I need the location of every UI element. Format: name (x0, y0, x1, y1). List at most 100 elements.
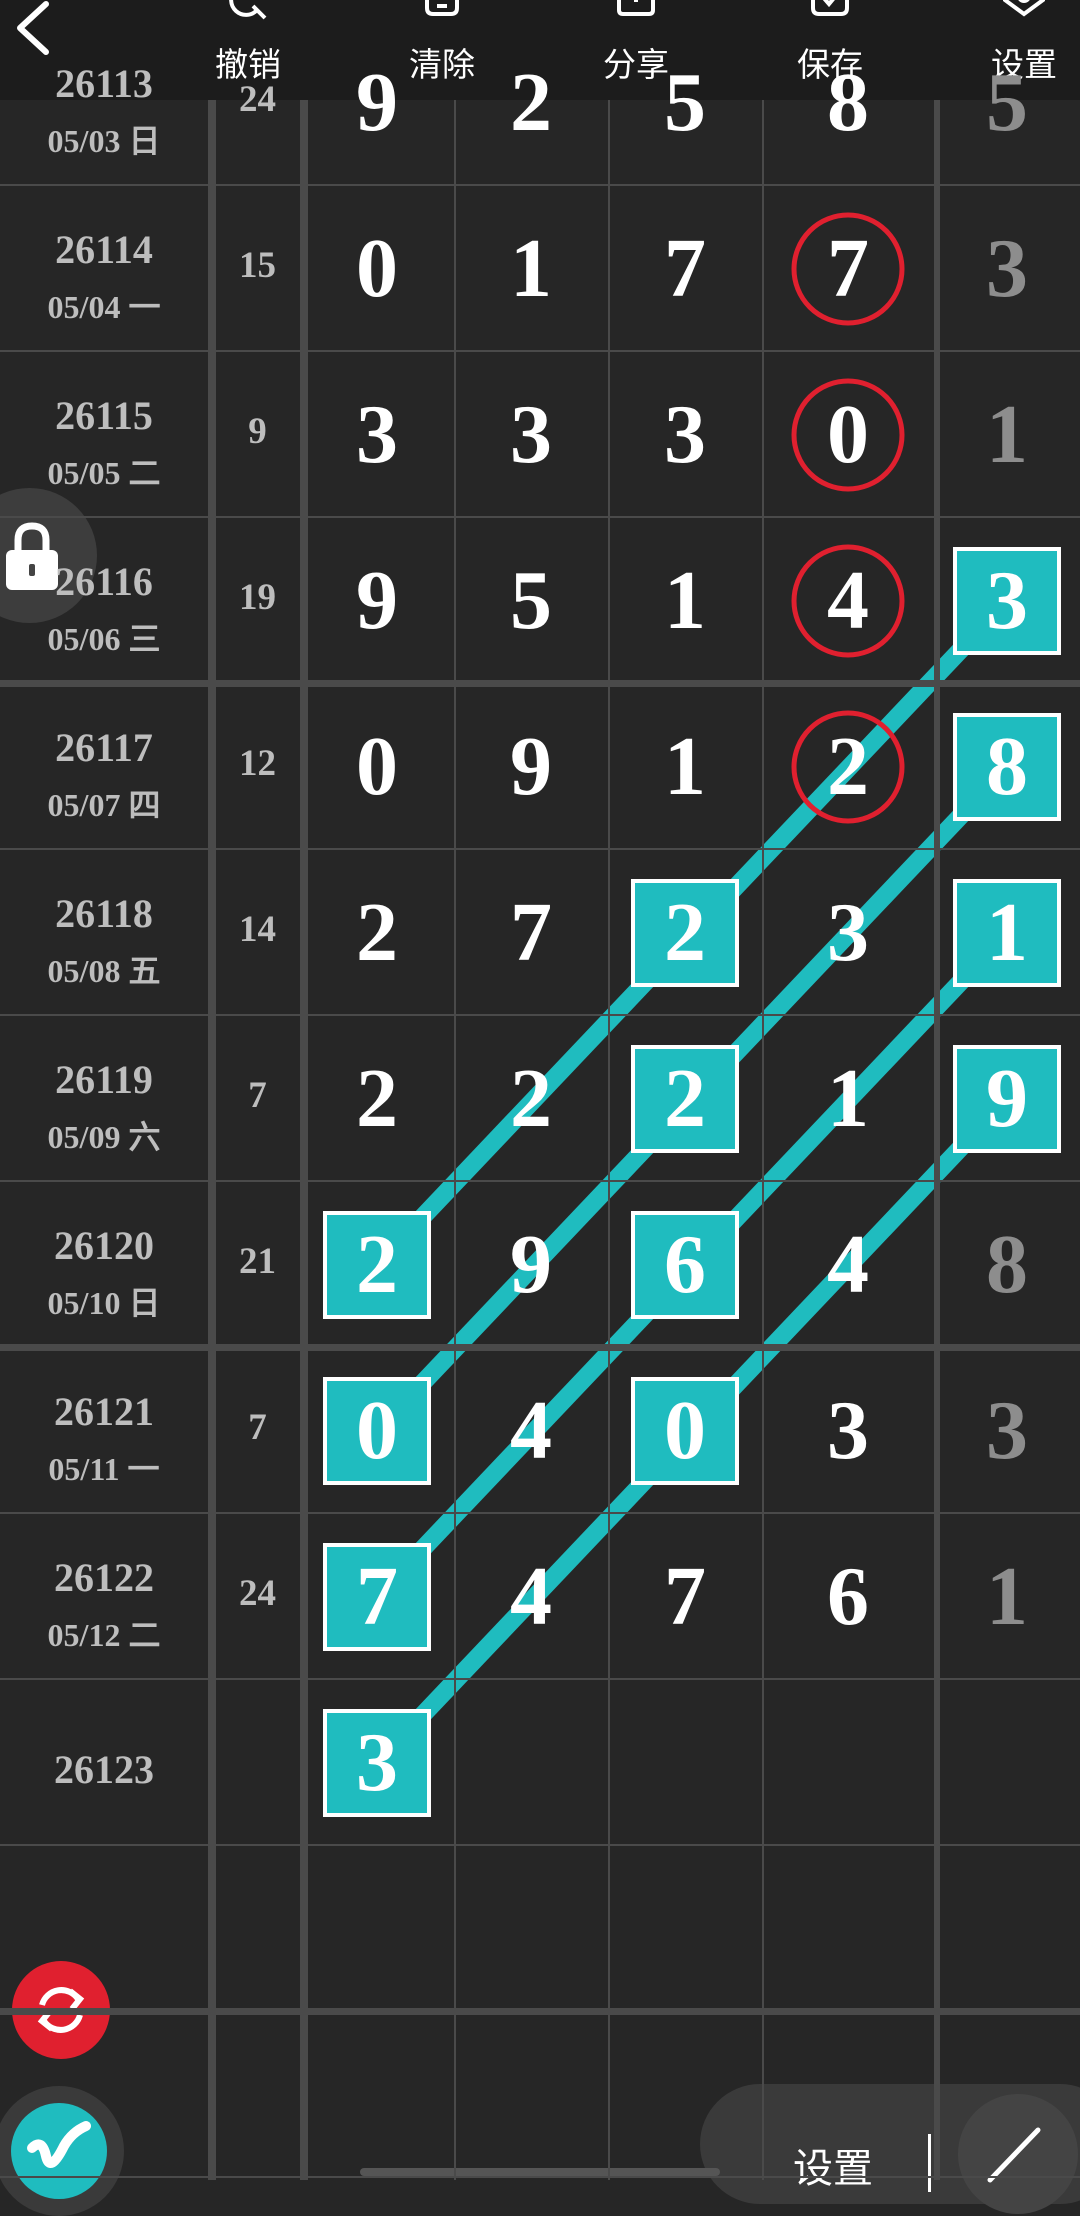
digit-cell[interactable]: 3 (762, 1348, 934, 1514)
digit-cell[interactable]: 3 (300, 1680, 454, 1846)
digit-cell[interactable]: 9 (454, 684, 608, 850)
digit-cell[interactable]: 7 (300, 1514, 454, 1680)
digit-cell[interactable]: 4 (762, 1182, 934, 1348)
digit-cell[interactable]: 5 (608, 20, 762, 186)
digit-cell[interactable] (762, 1680, 934, 1846)
issue-date: 05/07 四 (47, 787, 161, 823)
digit-cell[interactable]: 7 (608, 186, 762, 352)
row-label: 26122 05/12 二 (0, 1514, 208, 1680)
digit-cell[interactable]: 6 (608, 1182, 762, 1348)
row-label: 26116 05/06 三 (0, 518, 208, 684)
row-label: 26120 05/10 日 (0, 1182, 208, 1348)
trend-grid[interactable]: 26113 05/03 日 24 9 2 5 8 5 26114 05/04 一 15 0 1 7 7 3 26… (0, 56, 1080, 2180)
digit-cell[interactable]: 0 (608, 1348, 762, 1514)
issue-number: 26115 (55, 393, 153, 438)
extra-digit-cell[interactable]: 5 (934, 20, 1080, 186)
undo-icon (229, 0, 267, 20)
digit-cell[interactable]: 0 (300, 684, 454, 850)
digit-sum: 7 (248, 1407, 267, 1448)
grid-hline-12 (0, 2176, 1080, 2178)
digit-cell[interactable]: 6 (762, 1514, 934, 1680)
extra-digit-cell[interactable] (934, 1680, 1080, 1846)
issue-number: 26123 (54, 1747, 154, 1792)
digit-cell[interactable]: 3 (454, 352, 608, 518)
issue-date: 05/09 六 (47, 1119, 161, 1155)
digit-sum: 7 (248, 1075, 267, 1116)
digit-sum: 15 (239, 245, 276, 286)
row-label: 26123 (0, 1680, 208, 1846)
digit-cell[interactable]: 2 (454, 20, 608, 186)
digit-cell[interactable]: 8 (762, 20, 934, 186)
digit-cell[interactable] (454, 1680, 608, 1846)
issue-number: 26113 (55, 61, 153, 106)
issue-date: 05/03 日 (47, 123, 161, 159)
issue-number: 26118 (55, 891, 153, 936)
digit-cell[interactable]: 2 (608, 1016, 762, 1182)
digit-cell[interactable]: 9 (300, 518, 454, 684)
digit-cell[interactable]: 2 (762, 684, 934, 850)
digit-sum: 21 (239, 1241, 276, 1282)
digit-cell[interactable]: 2 (300, 850, 454, 1016)
digit-cell[interactable]: 9 (300, 20, 454, 186)
digit-cell[interactable]: 7 (762, 186, 934, 352)
digit-cell[interactable]: 2 (454, 1016, 608, 1182)
digit-cell[interactable]: 4 (454, 1348, 608, 1514)
extra-digit-cell[interactable]: 1 (934, 1514, 1080, 1680)
row-label: 26114 05/04 一 (0, 186, 208, 352)
issue-date: 05/11 一 (48, 1451, 160, 1487)
digit-cell[interactable]: 7 (454, 850, 608, 1016)
digit-cell[interactable]: 4 (454, 1514, 608, 1680)
row-label: 26117 05/07 四 (0, 684, 208, 850)
extra-digit-cell[interactable]: 1 (934, 352, 1080, 518)
issue-date: 05/05 二 (47, 455, 161, 491)
digit-cell[interactable]: 4 (762, 518, 934, 684)
digit-cell[interactable]: 1 (454, 186, 608, 352)
digit-sum: 12 (239, 743, 276, 784)
digit-cell[interactable]: 1 (608, 684, 762, 850)
issue-date: 05/10 日 (47, 1285, 161, 1321)
issue-date: 05/08 五 (47, 953, 161, 989)
digit-cell[interactable]: 3 (762, 850, 934, 1016)
issue-date: 05/12 二 (47, 1617, 161, 1653)
digit-cell[interactable]: 0 (300, 1348, 454, 1514)
digit-cell[interactable]: 1 (762, 1016, 934, 1182)
issue-number: 26119 (55, 1057, 153, 1102)
issue-number: 26116 (55, 559, 153, 604)
digit-cell[interactable]: 5 (454, 518, 608, 684)
issue-number: 26117 (55, 725, 153, 770)
grid-hline-11 (0, 2008, 1080, 2015)
extra-digit-cell[interactable]: 8 (934, 1182, 1080, 1348)
issue-number: 26121 (54, 1389, 154, 1434)
digit-cell[interactable]: 2 (300, 1182, 454, 1348)
digit-cell[interactable]: 1 (608, 518, 762, 684)
digit-cell[interactable]: 7 (608, 1514, 762, 1680)
digit-sum: 24 (239, 1573, 276, 1614)
digit-cell[interactable]: 2 (300, 1016, 454, 1182)
digit-cell[interactable] (608, 1680, 762, 1846)
digit-sum: 9 (248, 411, 267, 452)
digit-cell[interactable]: 2 (608, 850, 762, 1016)
digit-sum: 24 (239, 79, 276, 120)
digit-cell[interactable]: 3 (608, 352, 762, 518)
row-label: 26113 05/03 日 (0, 20, 208, 186)
extra-digit-cell[interactable]: 9 (934, 1016, 1080, 1182)
row-label: 26115 05/05 二 (0, 352, 208, 518)
issue-date: 05/06 三 (47, 621, 161, 657)
issue-number: 26120 (54, 1223, 154, 1268)
row-label: 26119 05/09 六 (0, 1016, 208, 1182)
extra-digit-cell[interactable]: 1 (934, 850, 1080, 1016)
digit-cell[interactable]: 0 (762, 352, 934, 518)
digit-cell[interactable]: 3 (300, 352, 454, 518)
extra-digit-cell[interactable]: 8 (934, 684, 1080, 850)
digit-cell[interactable]: 9 (454, 1182, 608, 1348)
digit-sum: 14 (239, 909, 276, 950)
issue-number: 26114 (55, 227, 153, 272)
issue-number: 26122 (54, 1555, 154, 1600)
extra-digit-cell[interactable]: 3 (934, 518, 1080, 684)
row-label: 26121 05/11 一 (0, 1348, 208, 1514)
row-label: 26118 05/08 五 (0, 850, 208, 1016)
extra-digit-cell[interactable]: 3 (934, 1348, 1080, 1514)
extra-digit-cell[interactable]: 3 (934, 186, 1080, 352)
issue-date: 05/04 一 (47, 289, 161, 325)
digit-cell[interactable]: 0 (300, 186, 454, 352)
